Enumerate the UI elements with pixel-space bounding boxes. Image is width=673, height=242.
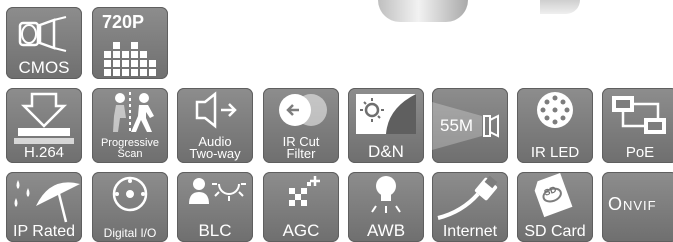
feature-internet: Internet [432,172,508,242]
pixel-grid-icon [104,42,156,76]
range-label: 55M [440,116,474,135]
feature-label: IR LED [530,144,580,161]
feature-label: Internet [442,223,498,240]
backlight-person-icon [189,178,246,204]
led-array-icon [537,92,573,128]
feature-55m: 55M [432,88,508,163]
feature-audio-two-way: Audio Two-way [177,88,253,163]
feature-label: D&N [368,142,404,161]
feature-blc: BLC [177,172,253,242]
feature-ip-rated: IP Rated [6,172,82,242]
feature-cmos: CMOS [6,7,82,79]
feature-ir-cut-filter: IR Cut Filter [263,88,339,163]
camera-body-fragment [378,0,468,22]
onvif-logo-icon: Onvif [608,194,657,214]
feature-h264: H.264 [6,88,82,163]
ethernet-cable-icon [437,175,498,220]
gain-control-icon [289,176,320,206]
feature-agc: AGC [263,172,339,242]
feature-day-night: D&N [348,88,424,163]
sd-card-icon [534,172,573,218]
feature-label: Digital I/O [103,226,157,240]
feature-label: Filter [286,146,316,161]
feature-sd-card: SD SD Card [517,172,593,242]
network-power-icon [612,96,666,134]
running-person-icon [113,92,154,134]
feature-label: PoE [625,144,655,161]
speaker-icon [195,91,237,129]
lens-icon [18,16,67,52]
feature-label: IP Rated [13,223,75,240]
camera-mount-fragment [540,0,580,14]
feature-poe: PoE [602,88,673,163]
compression-icon [14,92,74,144]
feature-label: SD Card [524,223,586,240]
feature-ir-led: IR LED [517,88,593,163]
feature-label: AWB [366,221,406,240]
feature-onvif: Onvif [602,172,673,242]
feature-progressive-scan: Progressive Scan [92,88,168,163]
feature-label: Two-way [189,146,241,161]
feature-label: CMOS [18,58,70,77]
ir-filter-icon [279,94,327,126]
io-circle-icon [112,176,148,212]
feature-label: Scan [117,148,143,160]
feature-720p: 720P [92,7,168,79]
day-night-icon [356,94,416,134]
feature-label: H.264 [23,144,65,161]
bulb-icon [371,176,401,213]
feature-label: BLC [198,221,232,240]
umbrella-icon [14,180,80,223]
feature-digital-io: Digital I/O [92,172,168,242]
feature-label: AGC [282,221,320,240]
feature-awb: AWB [348,172,424,242]
